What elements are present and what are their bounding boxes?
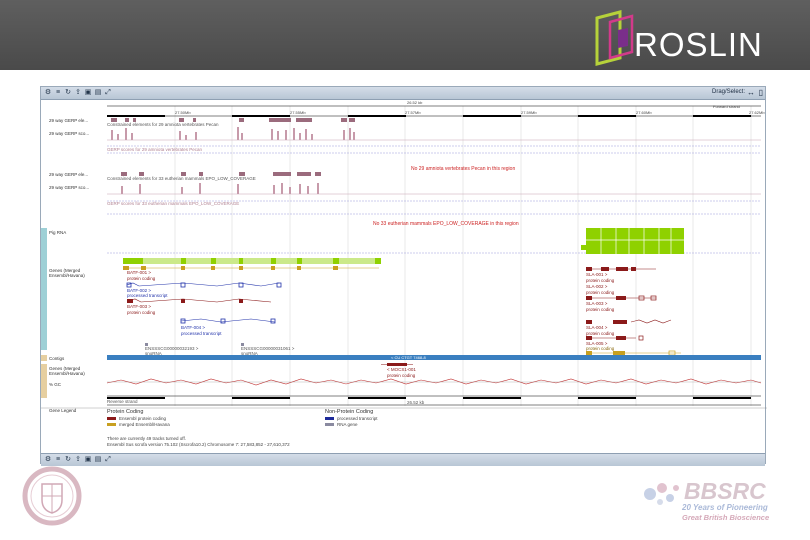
track-label-legend[interactable]: Gene Legend bbox=[49, 408, 76, 413]
image-icon[interactable]: ▣ bbox=[84, 456, 92, 464]
transcript-type: protein coding bbox=[586, 307, 615, 312]
transcript-name[interactable]: SLA-002 > bbox=[586, 284, 607, 289]
gear-icon[interactable]: ⚙ bbox=[44, 456, 52, 464]
legend-swatch bbox=[107, 423, 116, 427]
tick-label: 27.55Mb bbox=[290, 110, 306, 115]
gear-icon[interactable]: ⚙ bbox=[44, 89, 52, 97]
top-toolbar: ⚙ ≡ ↻ ⇪ ▣ ▤ ⤢ Drag/Select: ↔ ▯ bbox=[41, 87, 765, 100]
save-icon[interactable]: ▤ bbox=[94, 456, 102, 464]
bbsrc-dots-icon bbox=[644, 483, 679, 505]
track-area: 26.52 kb Forward strand 27.50Mb 27.55Mb … bbox=[41, 100, 767, 453]
transcript-name[interactable]: BATF-001 > bbox=[127, 270, 151, 275]
bbsrc-logo: BBSRC 20 Years of Pioneering Great Briti… bbox=[640, 478, 790, 528]
track-label-gerp-elements-2[interactable]: 29 way GERP ele... bbox=[49, 172, 88, 177]
university-of-edinburgh-logo bbox=[22, 466, 82, 526]
resize-icon[interactable]: ⤢ bbox=[104, 456, 112, 464]
track-group-bar bbox=[41, 355, 47, 361]
legend-item: Ensembl protein coding bbox=[107, 416, 166, 421]
transcript-type: protein coding bbox=[387, 373, 416, 378]
genome-browser-panel: ⚙ ≡ ↻ ⇪ ▣ ▤ ⤢ Drag/Select: ↔ ▯ 26.52 kb … bbox=[40, 86, 767, 466]
transcript-name[interactable]: SLA-001 > bbox=[586, 272, 607, 277]
tracks-off-note: There are currently 49 tracks turned off… bbox=[107, 436, 186, 441]
legend-protein-title: Protein Coding bbox=[107, 409, 144, 415]
legend-item: processed transcript bbox=[325, 416, 378, 421]
forward-strand-label: Forward strand bbox=[713, 104, 740, 109]
gerp2-subtitle: GERP scores for 33 eutherian mammals EPO… bbox=[107, 201, 240, 206]
legend-swatch bbox=[325, 423, 334, 427]
legend-item-label: Ensembl protein coding bbox=[119, 416, 167, 421]
no-data-note: No 29 amniota vertebrates Pecan in this … bbox=[411, 166, 516, 172]
tick-label: 27.57Mb bbox=[405, 110, 421, 115]
track-label-gc[interactable]: % GC bbox=[49, 382, 61, 387]
track-group-bar bbox=[41, 364, 47, 398]
transcript-name[interactable]: BATF-004 > bbox=[181, 325, 205, 330]
save-icon[interactable]: ▤ bbox=[94, 89, 102, 97]
gene-type: snoRNA bbox=[145, 351, 162, 356]
export-icon[interactable]: ⇪ bbox=[74, 89, 82, 97]
assembly-info: Ensembl Sus scrofa version 75.102 (Sscro… bbox=[107, 442, 290, 447]
transcript-name[interactable]: BATF-003 > bbox=[127, 304, 151, 309]
gerp2-description: Constrained elements for 33 eutherian ma… bbox=[107, 176, 256, 181]
slide-header: ROSLIN bbox=[0, 0, 810, 70]
transcript-name[interactable]: SLA-003 > bbox=[586, 301, 607, 306]
track-label-contigs[interactable]: Contigs bbox=[49, 356, 64, 361]
transcript-name[interactable]: SLA-004 > bbox=[586, 325, 607, 330]
track-label-rnaseq[interactable]: Pig RNA bbox=[49, 230, 66, 235]
legend-item-label: processed transcript bbox=[337, 416, 378, 421]
contig-label: < CU CTGT 7468-8 bbox=[391, 355, 426, 360]
total-length-label: 26.52 kb bbox=[407, 100, 423, 105]
reverse-strand-label: Reverse strand bbox=[107, 399, 138, 404]
transcript-type: protein coding bbox=[586, 278, 615, 283]
bbsrc-tagline: Great British Bioscience bbox=[682, 513, 770, 522]
transcript-type: protein coding bbox=[586, 331, 615, 336]
transcript-type: processed transcript bbox=[127, 293, 168, 298]
legend-swatch bbox=[325, 417, 334, 421]
bottom-toolbar: ⚙ ≡ ↻ ⇪ ▣ ▤ ⤢ bbox=[41, 453, 765, 466]
drag-select-label: Drag/Select: bbox=[711, 89, 745, 95]
legend-item: RNA gene bbox=[325, 422, 358, 427]
track-label-gerp-elements[interactable]: 29 way GERP ele... bbox=[49, 118, 88, 123]
legend-item: merged Ensembl/Havana bbox=[107, 422, 170, 427]
track-label-gerp-scores[interactable]: 29 way GERP sco... bbox=[49, 131, 89, 136]
bbsrc-wordmark: BBSRC bbox=[684, 478, 766, 504]
legend-item-label: RNA gene bbox=[337, 422, 358, 427]
refresh-icon[interactable]: ↻ bbox=[64, 456, 72, 464]
tick-label: 27.62Mb bbox=[749, 110, 765, 115]
transcript-type: protein coding bbox=[127, 310, 156, 315]
total-length-label-bottom: 26.52 kb bbox=[407, 400, 425, 405]
export-icon[interactable]: ⇪ bbox=[74, 456, 82, 464]
refresh-icon[interactable]: ↻ bbox=[64, 89, 72, 97]
resize-icon[interactable]: ⤢ bbox=[104, 89, 112, 97]
legend-item-label: merged Ensembl/Havana bbox=[119, 422, 170, 427]
gerp1-description: Constrained elements for 29 amniota vert… bbox=[107, 122, 219, 127]
track-label-genes[interactable]: Genes (Merged Ensembl/Havana) bbox=[49, 268, 99, 278]
track-label-genes-reverse[interactable]: Genes (Merged Ensembl/Havana) bbox=[49, 366, 99, 376]
select-mode-icon[interactable]: ▯ bbox=[759, 88, 763, 97]
tick-label: 27.50Mb bbox=[175, 110, 191, 115]
image-icon[interactable]: ▣ bbox=[84, 89, 92, 97]
tick-label: 27.60Mb bbox=[636, 110, 652, 115]
track-label-gerp-scores-2[interactable]: 29 way GERP sco... bbox=[49, 185, 89, 190]
bbsrc-tagline: 20 Years of Pioneering bbox=[682, 503, 768, 512]
sliders-icon[interactable]: ≡ bbox=[54, 89, 62, 97]
tick-label: 27.59Mb bbox=[521, 110, 537, 115]
legend-nonprotein-title: Non-Protein Coding bbox=[325, 409, 374, 415]
transcript-type: protein coding bbox=[127, 276, 156, 281]
drag-mode-icon[interactable]: ↔ bbox=[747, 88, 755, 97]
legend-swatch bbox=[107, 417, 116, 421]
sliders-icon[interactable]: ≡ bbox=[54, 456, 62, 464]
transcript-name[interactable]: < MOCS1-001 bbox=[387, 367, 416, 372]
gerp1-subtitle: GERP scores for 29 amniota vertebrates P… bbox=[107, 147, 202, 152]
transcript-type: protein coding bbox=[586, 346, 615, 351]
track-group-bar bbox=[41, 228, 47, 350]
transcript-type: processed transcript bbox=[181, 331, 222, 336]
gene-type: snoRNA bbox=[241, 351, 258, 356]
university-crest-icon bbox=[22, 466, 82, 526]
roslin-wordmark: ROSLIN bbox=[634, 26, 763, 63]
roslin-logo: ROSLIN bbox=[592, 10, 792, 70]
no-data-note: No 33 eutherian mammals EPO_LOW_COVERAGE… bbox=[373, 221, 519, 227]
transcript-type: protein coding bbox=[586, 290, 615, 295]
